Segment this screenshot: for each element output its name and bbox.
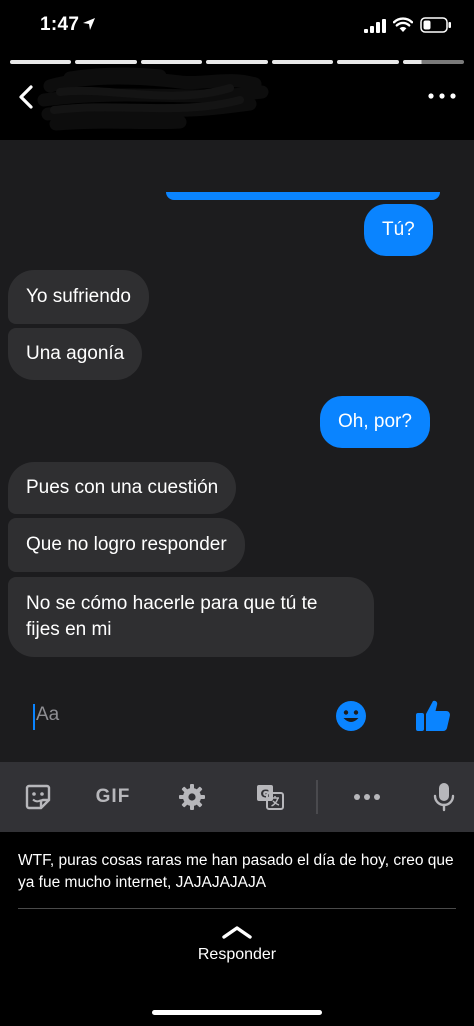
message-text: Tú? <box>382 219 415 240</box>
story-segment <box>75 60 137 64</box>
translate-button[interactable]: G <box>250 762 290 832</box>
keyboard-toolbar: GIF G <box>0 762 474 832</box>
redacted-contact-name <box>37 67 269 131</box>
battery-icon <box>420 17 451 33</box>
microphone-icon <box>433 783 455 812</box>
home-indicator[interactable] <box>152 1010 322 1015</box>
message-bubble[interactable]: Yo sufriendo <box>8 270 149 324</box>
emoji-button[interactable] <box>335 700 367 732</box>
thumbs-up-icon <box>416 700 450 731</box>
more-horizontal-icon <box>354 794 380 800</box>
message-bubble[interactable]: Que no logro responder <box>8 518 245 572</box>
like-button[interactable] <box>414 697 452 735</box>
story-segment <box>10 60 72 64</box>
message-text: Pues con una cuestión <box>26 477 219 498</box>
story-segment <box>206 60 268 64</box>
composer-bar <box>0 690 474 762</box>
story-segment-current <box>402 60 464 64</box>
message-text: No se cómo hacerle para que tú te fijes … <box>26 593 318 640</box>
text-caret <box>33 704 35 730</box>
more-icon <box>428 93 456 99</box>
toolbar-divider <box>316 780 318 814</box>
more-options-button[interactable] <box>346 762 388 832</box>
more-button[interactable] <box>424 86 460 106</box>
signal-icon <box>364 19 386 33</box>
sticker-button[interactable] <box>18 762 58 832</box>
gear-icon <box>179 784 205 810</box>
message-bubble[interactable]: Pues con una cuestión <box>8 462 237 514</box>
message-text: Oh, por? <box>338 411 412 432</box>
voice-input-button[interactable] <box>424 762 464 832</box>
story-segment <box>271 60 334 64</box>
message-text: Que no logro responder <box>26 534 227 555</box>
location-arrow-icon <box>83 18 95 30</box>
message-bubble[interactable]: No se cómo hacerle para que tú te fijes … <box>8 577 374 657</box>
chevron-up-icon[interactable] <box>221 924 253 940</box>
translate-icon: G <box>257 785 284 810</box>
message-text: Una agonía <box>26 343 125 364</box>
story-caption: WTF, puras cosas raras me han pasado el … <box>18 852 454 891</box>
emoji-icon <box>336 701 366 731</box>
reply-button[interactable]: Responder <box>0 946 474 964</box>
message-input[interactable]: Aa <box>36 704 59 726</box>
message-bubble[interactable]: Oh, por? <box>320 396 430 448</box>
status-time: 1:47 <box>40 14 80 35</box>
message-text: Yo sufriendo <box>26 286 131 307</box>
story-segment <box>337 60 399 64</box>
sticker-icon <box>25 784 51 810</box>
message-bubble[interactable]: Una agonía <box>8 328 143 380</box>
status-bar: 1:47 <box>0 0 474 52</box>
message-bubble[interactable]: Tú? <box>364 204 433 256</box>
settings-button[interactable] <box>172 762 212 832</box>
story-progress <box>10 60 464 64</box>
reply-divider <box>18 908 456 909</box>
wifi-icon <box>393 17 413 32</box>
gif-button[interactable]: GIF <box>88 762 138 832</box>
previous-message-bubble <box>166 192 440 200</box>
story-segment <box>140 60 203 64</box>
